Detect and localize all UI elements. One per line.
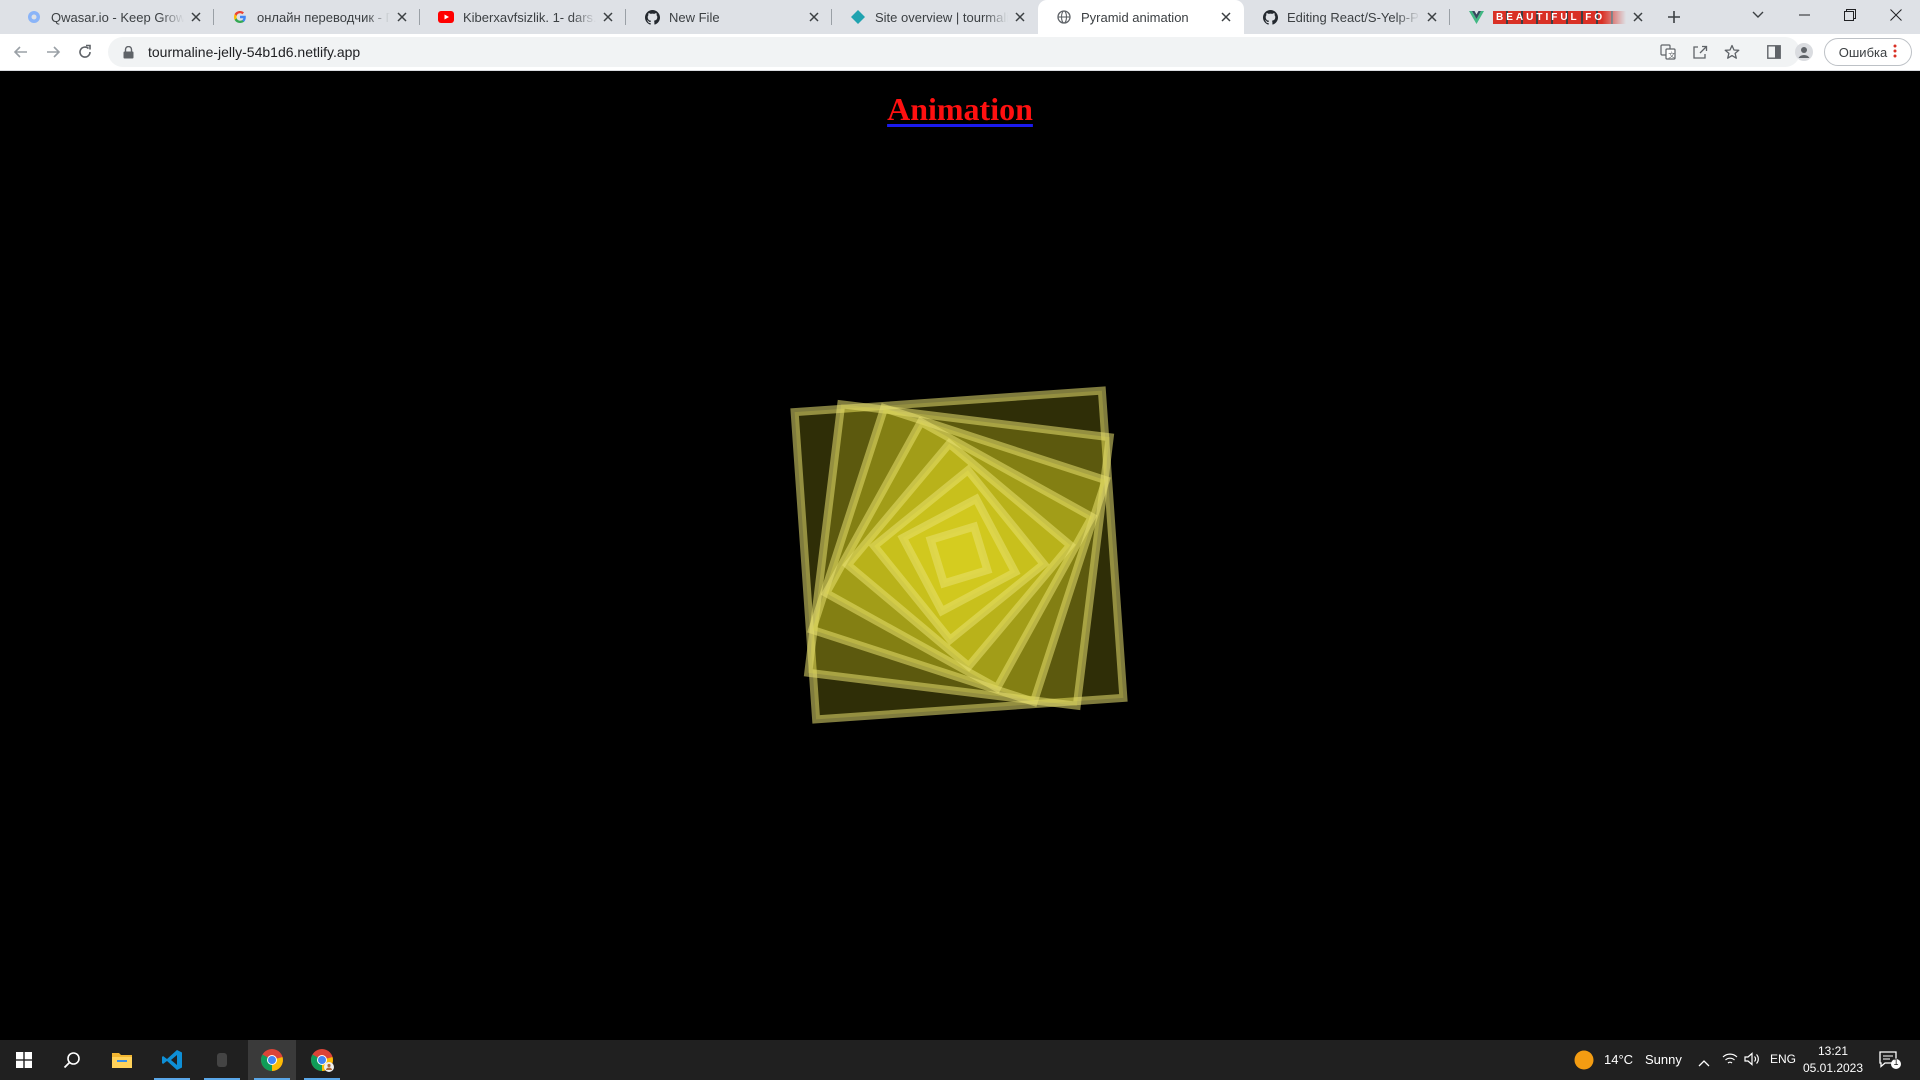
tab-netlify-overview[interactable]: Site overview | tourmaline-jelly [832, 0, 1038, 34]
more-menu-icon[interactable] [1893, 44, 1897, 61]
tab-title: Qwasar.io - Keep Growing [51, 9, 184, 25]
weather-condition[interactable]: Sunny [1645, 1052, 1682, 1067]
tab-youtube[interactable]: Kiberxavfsizlik. 1- dars. Kiberxavfsizli… [420, 0, 626, 34]
tab-title: Kiberxavfsizlik. 1- dars. Kiberxavfsizli… [463, 9, 596, 25]
minimize-button[interactable] [1781, 0, 1827, 30]
tab-title: New File [669, 9, 720, 25]
close-tab-icon[interactable] [394, 9, 410, 25]
github-icon [644, 9, 660, 25]
close-tab-icon[interactable] [1424, 9, 1440, 25]
pyramid-layer [925, 521, 993, 589]
share-icon[interactable] [1690, 42, 1710, 62]
close-tab-icon[interactable] [600, 9, 616, 25]
file-explorer-icon[interactable] [98, 1040, 146, 1080]
clock-time: 13:21 [1817, 1044, 1849, 1058]
weather-temp[interactable]: 14°C [1604, 1052, 1633, 1067]
profile-avatar-icon[interactable] [1794, 42, 1814, 62]
new-tab-button[interactable] [1662, 5, 1686, 29]
tab-beautiful[interactable]: BEAUTIFUL FO [1450, 0, 1656, 34]
tab-title: Editing React/S-Yelp-Project [1287, 9, 1420, 25]
tab-qwasar[interactable]: Qwasar.io - Keep Growing [8, 0, 214, 34]
windows-taskbar: 14°C Sunny ENG 13:21 05.01.2023 1 [0, 1040, 1920, 1080]
volume-icon[interactable] [1744, 1052, 1760, 1071]
start-icon[interactable] [0, 1040, 48, 1080]
youtube-icon [438, 9, 454, 25]
close-window-button[interactable] [1873, 0, 1919, 30]
close-tab-icon[interactable] [1630, 9, 1646, 25]
forward-button[interactable] [38, 37, 68, 67]
profile-error-button[interactable]: Ошибка [1824, 38, 1912, 66]
tab-search-button[interactable] [1735, 0, 1781, 30]
netlify-icon [850, 9, 866, 25]
tab-google-search[interactable]: онлайн переводчик - Поиск в Google [214, 0, 420, 34]
chrome-icon[interactable] [248, 1040, 296, 1080]
github-icon [1262, 9, 1278, 25]
profile-error-label: Ошибка [1838, 44, 1888, 60]
tab-title: онлайн переводчик - Поиск в Google [257, 9, 390, 25]
weather-icon[interactable] [1574, 1050, 1594, 1075]
tab-github-new-file[interactable]: New File [626, 0, 832, 34]
tab-title: BEAUTIFUL FO [1493, 10, 1626, 24]
url-text: tourmaline-jelly-54b1d6.netlify.app [148, 44, 361, 60]
translate-icon[interactable]: 文 [1658, 42, 1678, 62]
lock-icon[interactable] [120, 44, 136, 60]
vscode-icon[interactable] [148, 1040, 196, 1080]
svg-text:文: 文 [1668, 51, 1675, 60]
page-content: Animation [0, 71, 1920, 1040]
close-tab-icon[interactable] [188, 9, 204, 25]
app-icon[interactable] [198, 1040, 246, 1080]
side-panel-icon[interactable] [1764, 42, 1784, 62]
close-tab-icon[interactable] [1218, 9, 1234, 25]
back-button[interactable] [6, 37, 36, 67]
restore-button[interactable] [1827, 0, 1873, 30]
qwasar-icon [26, 9, 42, 25]
search-icon[interactable] [48, 1040, 96, 1080]
google-icon [232, 9, 248, 25]
reload-button[interactable] [70, 37, 100, 67]
close-tab-icon[interactable] [1012, 9, 1028, 25]
clock[interactable]: 13:21 05.01.2023 [1798, 1043, 1868, 1077]
close-tab-icon[interactable] [806, 9, 822, 25]
chrome-profile-icon[interactable] [298, 1040, 346, 1080]
bookmark-star-icon[interactable] [1722, 42, 1742, 62]
tab-github-editing[interactable]: Editing React/S-Yelp-Project [1244, 0, 1450, 34]
tab-title: Site overview | tourmaline-jelly [875, 9, 1008, 25]
address-bar[interactable]: tourmaline-jelly-54b1d6.netlify.app 文 [108, 37, 1800, 67]
chevron-up-icon[interactable] [1698, 1054, 1710, 1072]
network-icon[interactable] [1722, 1052, 1738, 1071]
browser-toolbar: tourmaline-jelly-54b1d6.netlify.app 文 Ош… [0, 34, 1920, 71]
vue-icon [1468, 9, 1484, 25]
notification-count: 1 [1893, 1057, 1899, 1067]
pyramid-animation [790, 386, 1128, 724]
clock-date: 05.01.2023 [1802, 1061, 1864, 1075]
globe-icon [1056, 9, 1072, 25]
tab-title: Pyramid animation [1081, 9, 1189, 25]
language-indicator[interactable]: ENG [1770, 1052, 1796, 1066]
tab-pyramid-animation[interactable]: Pyramid animation [1038, 0, 1244, 34]
tab-strip: Qwasar.io - Keep Growing онлайн переводч… [0, 0, 1920, 34]
